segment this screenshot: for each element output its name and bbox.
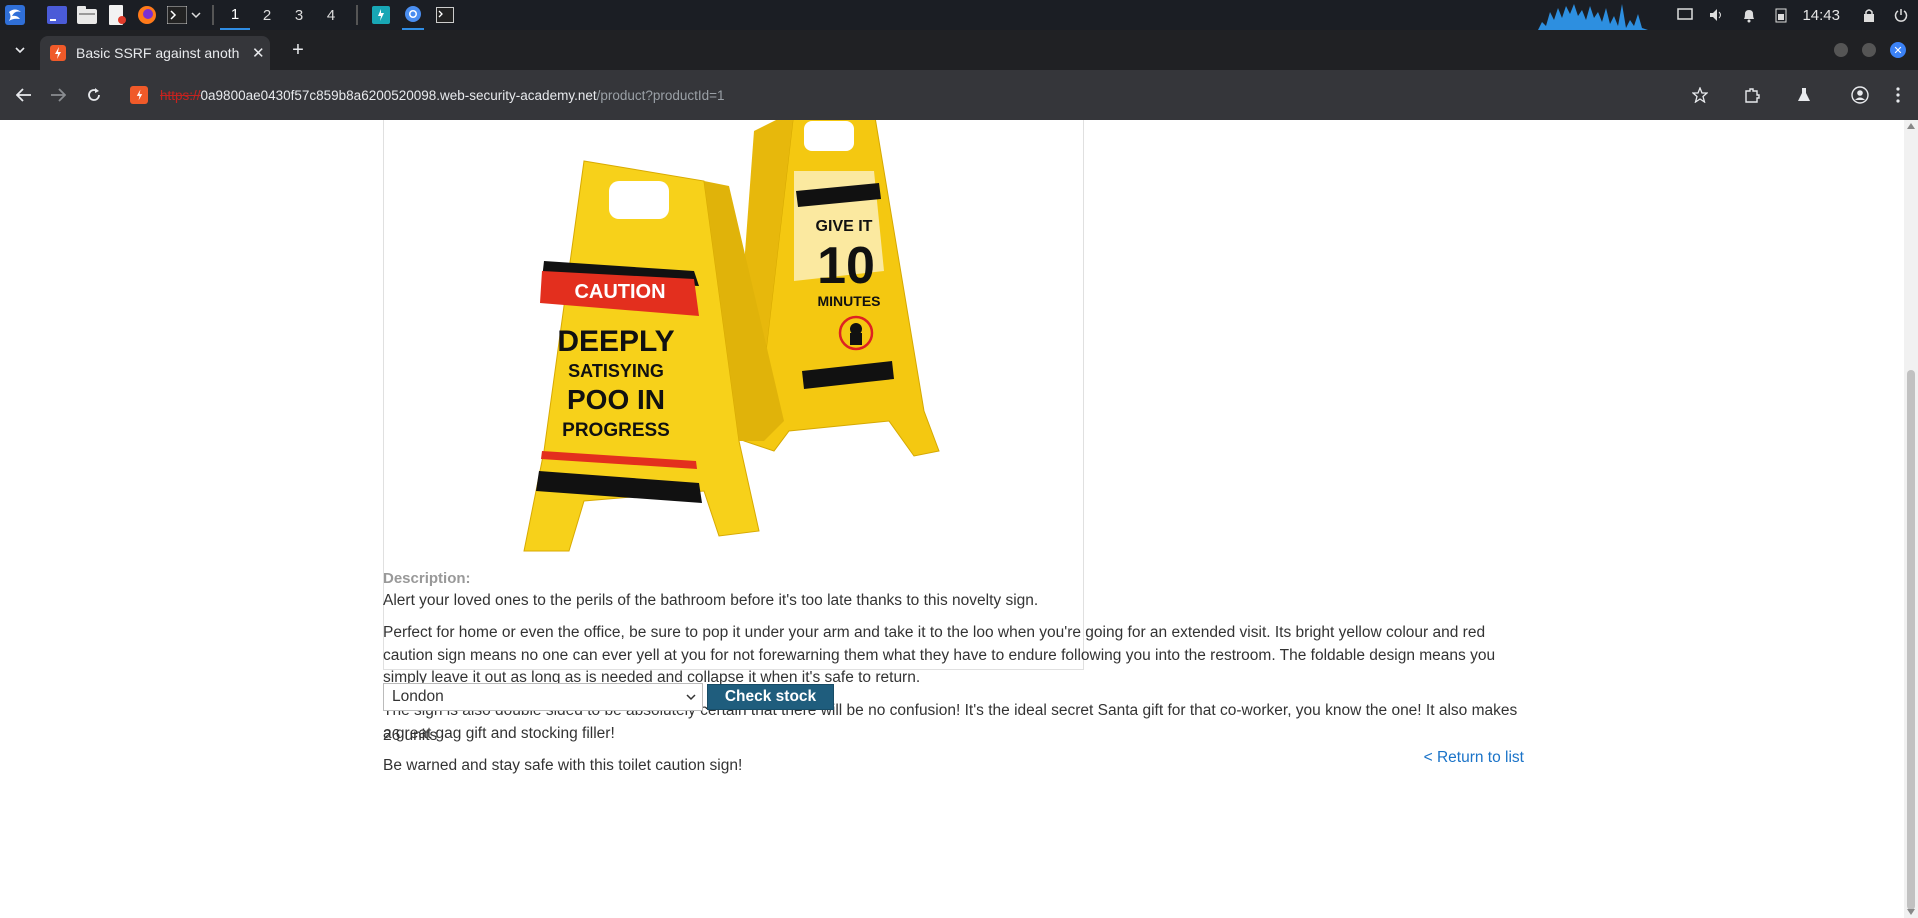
product-image: GIVE IT 10 MINUTES CAUTION DEEPLY SATISY… <box>383 120 1084 670</box>
check-stock-button[interactable]: Check stock <box>707 684 834 710</box>
left-sign-text-1: DEEPLY <box>557 325 674 358</box>
url-path: /product?productId=1 <box>596 87 725 103</box>
bookmark-star-icon[interactable] <box>1680 70 1720 120</box>
tab-list-chevron-icon[interactable] <box>10 40 30 60</box>
chevron-down-icon <box>686 690 696 709</box>
description-label: Description: <box>383 570 471 587</box>
url-text[interactable]: https://0a9800ae0430f57c859b8a6200520098… <box>160 88 725 103</box>
left-sign-text-4: PROGRESS <box>562 420 670 441</box>
portswigger-favicon-icon <box>50 45 66 61</box>
left-sign-text-2: SATISYING <box>568 361 664 381</box>
left-sign-text-3: POO IN <box>567 384 665 415</box>
terminal-icon[interactable] <box>166 4 188 26</box>
workspace-3[interactable]: 3 <box>284 0 314 30</box>
right-sign-text-3: MINUTES <box>818 293 881 309</box>
terminal-window-icon[interactable] <box>434 4 456 26</box>
left-sign-handle <box>609 181 669 219</box>
extensions-icon[interactable] <box>1732 70 1772 120</box>
window-close-button[interactable]: ✕ <box>1890 42 1906 58</box>
scroll-up-arrow-icon[interactable] <box>1907 123 1915 129</box>
chromium-icon[interactable] <box>402 0 424 30</box>
forward-icon[interactable] <box>38 70 78 120</box>
store-select[interactable]: London <box>383 683 703 711</box>
web-page-content: GIVE IT 10 MINUTES CAUTION DEEPLY SATISY… <box>0 120 1904 918</box>
workspace-4[interactable]: 4 <box>316 0 346 30</box>
description-paragraph-4: Be warned and stay safe with this toilet… <box>383 757 743 774</box>
scroll-down-arrow-icon[interactable] <box>1907 909 1915 915</box>
system-tray: 14:43 <box>1538 0 1918 30</box>
taskbar-separator <box>356 5 358 25</box>
right-sign-text-2: 10 <box>817 237 875 295</box>
file-manager-icon[interactable] <box>76 4 98 26</box>
burp-suite-icon[interactable] <box>370 4 392 26</box>
profile-icon[interactable] <box>1840 70 1880 120</box>
reload-icon[interactable] <box>74 70 114 120</box>
taskbar-separator <box>212 5 214 25</box>
display-icon[interactable] <box>1674 4 1696 26</box>
clock: 14:43 <box>1802 6 1840 24</box>
battery-icon[interactable] <box>1770 4 1792 26</box>
page-scrollbar[interactable] <box>1904 120 1918 918</box>
browser-tab-active[interactable]: Basic SSRF against anoth ✕ <box>40 36 270 70</box>
os-taskbar: 1 2 3 4 14:43 <box>0 0 1918 30</box>
tab-title: Basic SSRF against anoth <box>76 45 240 61</box>
browser-menu-icon[interactable] <box>1878 70 1918 120</box>
power-icon[interactable] <box>1890 4 1912 26</box>
site-security-icon[interactable] <box>130 86 148 104</box>
url-scheme: https:// <box>160 87 201 103</box>
notification-bell-icon[interactable] <box>1738 4 1760 26</box>
return-to-list-link[interactable]: < Return to list <box>1424 749 1524 767</box>
text-editor-icon[interactable] <box>106 4 128 26</box>
window-minimize-button[interactable] <box>1834 43 1848 57</box>
description-paragraph-1: Alert your loved ones to the perils of t… <box>383 592 1039 609</box>
cpu-graph <box>1538 0 1649 30</box>
caution-signs-illustration: GIVE IT 10 MINUTES CAUTION DEEPLY SATISY… <box>523 120 940 552</box>
desktop-icon[interactable] <box>46 4 68 26</box>
new-tab-button[interactable]: + <box>284 36 312 64</box>
address-bar[interactable]: https://0a9800ae0430f57c859b8a6200520098… <box>120 78 1700 112</box>
stock-result: 26 units <box>383 727 438 744</box>
labs-flask-icon[interactable] <box>1784 70 1824 120</box>
app-menu-icon[interactable] <box>4 4 26 26</box>
scrollbar-thumb[interactable] <box>1907 370 1915 910</box>
url-host: 0a9800ae0430f57c859b8a6200520098.web-sec… <box>200 87 597 103</box>
right-sign-text-1: GIVE IT <box>816 218 873 235</box>
store-select-value: London <box>392 688 444 705</box>
workspace-2[interactable]: 2 <box>252 0 282 30</box>
description-paragraph-2: Perfect for home or even the office, be … <box>383 624 1496 686</box>
firefox-icon[interactable] <box>136 4 158 26</box>
left-sign-banner-text: CAUTION <box>574 281 665 303</box>
browser-toolbar: https://0a9800ae0430f57c859b8a6200520098… <box>0 70 1918 120</box>
volume-icon[interactable] <box>1706 4 1728 26</box>
browser-tab-bar: Basic SSRF against anoth ✕ + ✕ <box>0 30 1918 70</box>
right-sign-handle <box>804 121 854 151</box>
tab-close-icon[interactable]: ✕ <box>252 44 265 62</box>
workspace-1[interactable]: 1 <box>220 0 250 30</box>
window-maximize-button[interactable] <box>1862 43 1876 57</box>
lock-icon[interactable] <box>1858 4 1880 26</box>
chevron-down-icon[interactable] <box>190 4 202 26</box>
